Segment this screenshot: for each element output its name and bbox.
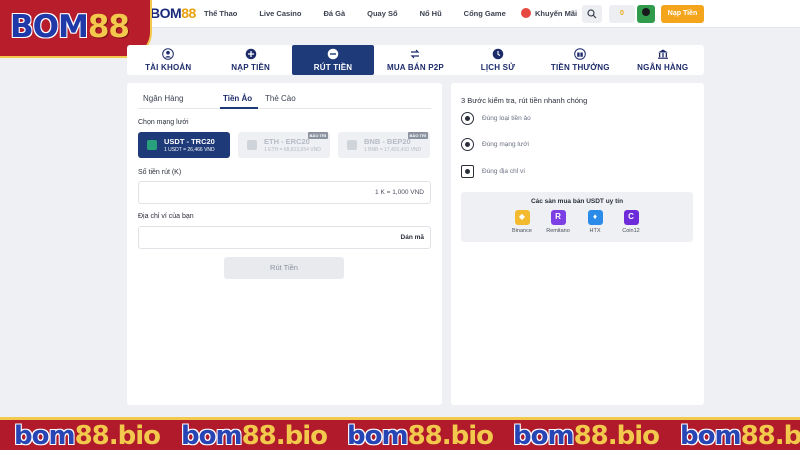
plus-circle-icon (245, 48, 256, 60)
bank-icon (657, 49, 668, 59)
guide-panel (451, 83, 704, 405)
withdraw-method-tabs: Ngân Hàng Tiền Ảo Thẻ Cào (138, 91, 431, 109)
tab-bank[interactable]: NGÂN HÀNG (622, 45, 704, 75)
ethereum-icon (247, 140, 257, 150)
tab-account[interactable]: TÀI KHOẢN (127, 45, 209, 75)
nav-item-game-portal[interactable]: Cổng Game (464, 9, 506, 18)
tab-label: MUA BÁN P2P (386, 63, 444, 72)
network-option-usdt-trc20[interactable]: USDT - TRC20 1 USDT = 26,466 VND (138, 132, 230, 158)
network-rate: 1 USDT = 26,466 VND (164, 147, 215, 153)
account-tabs: TÀI KHOẢN NẠP TIỀN RÚT TIỀN MUA BÁN P2P … (127, 45, 704, 75)
nav-item-lottery[interactable]: Quay Số (367, 9, 397, 18)
tab-label: LỊCH SỬ (480, 63, 516, 72)
watermark-banner: bom88.bio bom88.bio bom88.bio bom88.bio … (0, 417, 800, 450)
tether-icon (147, 140, 157, 150)
exchange-remitano[interactable]: R Remitano (538, 210, 578, 234)
tab-deposit[interactable]: NẠP TIỀN (209, 45, 291, 75)
network-rate: 1 BNB = 17,431,410 VND (364, 147, 422, 153)
promotions-link[interactable]: Khuyến Mãi (521, 8, 577, 18)
search-icon (587, 9, 597, 19)
subtab-card[interactable]: Thẻ Cào (265, 94, 296, 103)
brand-logo-letters-om: OM (32, 9, 89, 45)
brand-logo-letter-b: B (10, 9, 34, 45)
amount-label: Số tiền rút (K) (138, 169, 182, 176)
network-label: Chọn mạng lưới (138, 119, 189, 126)
exchange-name: HTX (589, 228, 601, 234)
withdraw-submit-button[interactable]: Rút Tiền (224, 257, 344, 279)
network-rate: 1 ETH = 68,813,654 VND (264, 147, 321, 153)
wallet-address-label: Địa chỉ ví của bạn (138, 213, 194, 220)
maintenance-badge: BẢO TRÌ (307, 132, 328, 139)
network-option-bnb-bep20: BNB - BEP20 1 BNB = 17,431,410 VND BẢO T… (338, 132, 430, 158)
network-name: USDT - TRC20 (164, 137, 215, 146)
bnb-icon (347, 140, 357, 150)
wallet-icon (461, 165, 474, 178)
transfer-icon (411, 49, 420, 59)
tab-withdraw[interactable]: RÚT TIỀN (291, 45, 375, 75)
logo-letters-om: OM (159, 5, 182, 21)
coin12-icon: C (623, 210, 639, 225)
tab-label: NẠP TIỀN (231, 63, 271, 72)
watermark-text: bom88.bio (14, 421, 161, 450)
remitano-icon: R (550, 210, 566, 225)
exchange-name: Binance (512, 228, 532, 234)
gift-icon (574, 48, 587, 60)
paste-button[interactable]: Dán mã (401, 234, 424, 241)
active-subtab-underline (220, 107, 258, 109)
network-option-eth-erc20: ETH - ERC20 1 ETH = 68,813,654 VND BẢO T… (238, 132, 330, 158)
coin-icon (461, 112, 474, 125)
minus-circle-icon (327, 48, 339, 60)
tab-label: TÀI KHOẢN (145, 63, 192, 72)
gift-icon (521, 8, 531, 18)
avatar-icon (642, 8, 650, 16)
nav-item-cockfight[interactable]: Đá Gà (323, 9, 345, 18)
exchange-coin12[interactable]: C Coin12 (611, 210, 651, 234)
main-nav: Thể Thao Live Casino Đá Gà Quay Số Nổ Hũ… (204, 9, 528, 18)
tab-history[interactable]: LỊCH SỬ (457, 45, 539, 75)
exchange-name: Remitano (546, 228, 570, 234)
htx-icon: ♦ (587, 210, 603, 225)
deposit-button[interactable]: Nạp Tiền (661, 5, 704, 23)
user-icon (162, 48, 175, 60)
subtab-bank[interactable]: Ngân Hàng (143, 94, 183, 103)
guide-step-text: Đúng loại tiền ảo (482, 115, 531, 122)
nav-item-sports[interactable]: Thể Thao (204, 9, 237, 18)
avatar[interactable] (637, 5, 655, 23)
clock-icon (492, 48, 504, 60)
balance-display[interactable]: 0 (609, 5, 635, 23)
exchange-name: Coin12 (622, 228, 640, 234)
brand-logo-number: 88 (87, 9, 130, 45)
logo-number: 88 (181, 5, 196, 21)
exchange-binance[interactable]: ◆ Binance (502, 210, 542, 234)
watermark-text: bom88.bio (680, 421, 800, 450)
guide-step-text: Đúng mạng lưới (482, 141, 529, 148)
tab-bonus[interactable]: TIỀN THƯỞNG (539, 45, 621, 75)
subtab-crypto[interactable]: Tiền Ảo (223, 94, 252, 103)
exchanges-title: Các sàn mua bán USDT uy tín (530, 198, 624, 205)
nav-item-slots[interactable]: Nổ Hũ (420, 9, 442, 18)
tab-label: TIỀN THƯỞNG (550, 63, 610, 72)
tab-label: NGÂN HÀNG (637, 63, 689, 72)
watermark-text: bom88.bio (181, 421, 328, 450)
maintenance-badge: BẢO TRÌ (407, 132, 428, 139)
tab-p2p[interactable]: MUA BÁN P2P (374, 45, 456, 75)
wallet-address-input[interactable]: Dán mã (138, 226, 431, 249)
network-name: ETH - ERC20 (264, 137, 310, 146)
amount-input[interactable]: 1 K = 1,000 VND (138, 181, 431, 204)
guide-title: 3 Bước kiểm tra, rút tiền nhanh chóng (461, 96, 588, 105)
exchanges-box: Các sàn mua bán USDT uy tín ◆ Binance R … (461, 192, 693, 242)
amount-hint: 1 K = 1,000 VND (375, 189, 424, 196)
nav-item-live-casino[interactable]: Live Casino (259, 9, 301, 18)
search-button[interactable] (582, 5, 602, 23)
header-logo[interactable]: BOM88 (150, 5, 196, 21)
network-name: BNB - BEP20 (364, 137, 411, 146)
binance-icon: ◆ (514, 210, 530, 225)
watermark-text: bom88.bio (513, 421, 660, 450)
promotions-label: Khuyến Mãi (535, 8, 578, 18)
exchange-htx[interactable]: ♦ HTX (575, 210, 615, 234)
watermark-text: bom88.bio (347, 421, 494, 450)
guide-step-text: Đúng địa chỉ ví (482, 168, 525, 175)
network-icon (461, 138, 474, 151)
tab-label: RÚT TIỀN (313, 63, 353, 72)
